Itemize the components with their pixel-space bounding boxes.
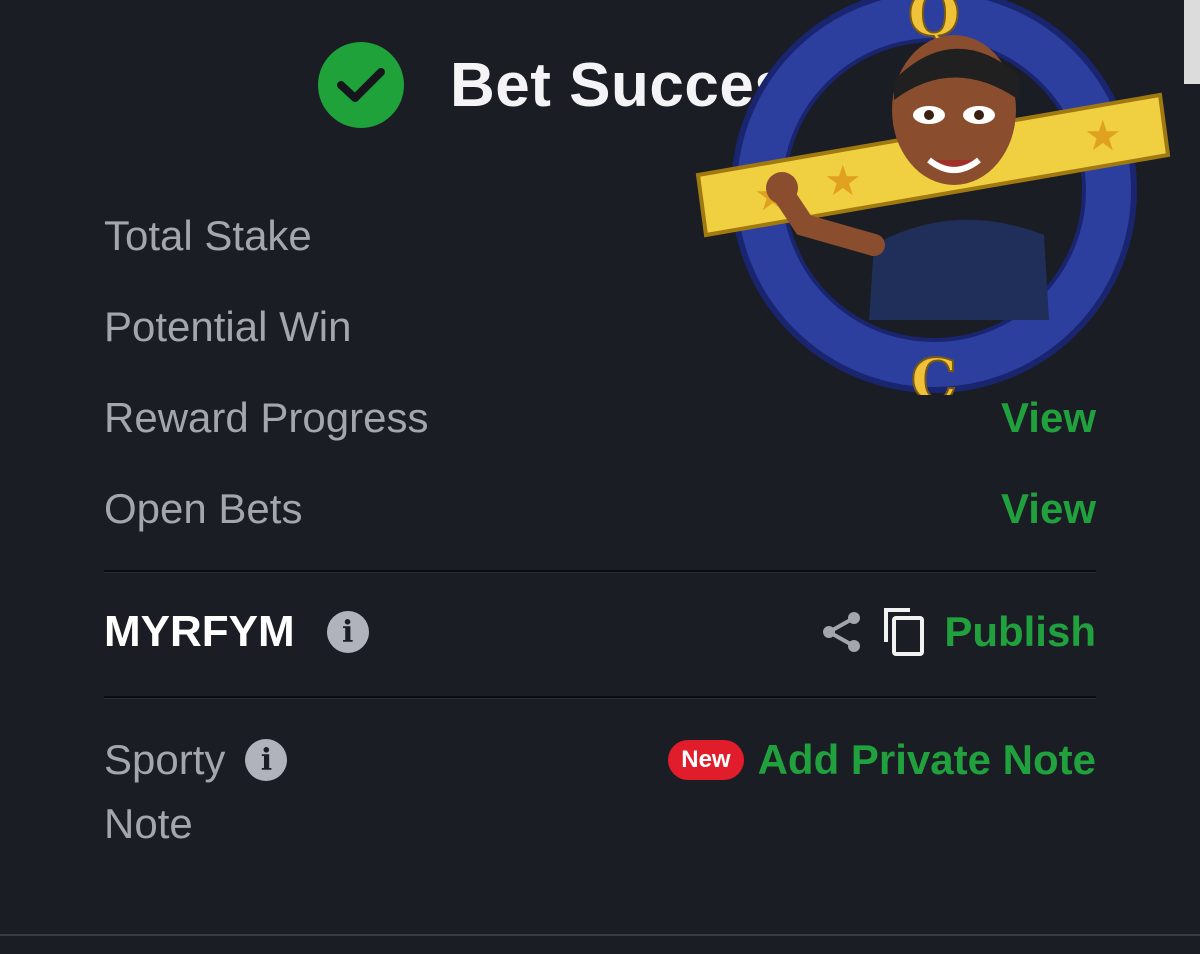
divider — [104, 570, 1096, 572]
open-bets-label: Open Bets — [104, 485, 303, 532]
scrollbar[interactable] — [1184, 0, 1200, 84]
reward-progress-row: Reward Progress View — [104, 388, 1096, 448]
sporty-note-label-line1: Sporty — [104, 736, 226, 783]
open-bets-view-link[interactable]: View — [1001, 485, 1096, 533]
quality-content-sticker: Q ★ ★ ★ C — [695, 0, 1171, 395]
sporty-note-row: Sporty Note i New Add Private Note — [104, 728, 1096, 856]
check-circle-icon — [318, 42, 404, 128]
info-icon[interactable]: i — [245, 739, 288, 781]
sporty-note-label-line2: Note — [104, 800, 193, 847]
total-stake-label: Total Stake — [104, 212, 312, 259]
publish-button[interactable]: Publish — [944, 608, 1096, 656]
booking-code: MYRFYM — [104, 607, 295, 656]
svg-text:★: ★ — [1084, 112, 1122, 159]
reward-progress-view-link[interactable]: View — [1001, 394, 1096, 442]
open-bets-row: Open Bets View — [104, 479, 1096, 539]
potential-win-label: Potential Win — [104, 303, 352, 350]
bottom-divider — [0, 934, 1200, 936]
share-icon[interactable] — [820, 609, 864, 655]
info-icon[interactable]: i — [326, 611, 369, 653]
reward-progress-label: Reward Progress — [104, 394, 429, 441]
copy-icon[interactable] — [882, 606, 926, 658]
svg-text:★: ★ — [824, 157, 862, 204]
divider — [104, 696, 1096, 698]
booking-code-row: MYRFYM i Publish — [104, 600, 1096, 664]
new-badge: New — [668, 740, 744, 780]
add-private-note-button[interactable]: Add Private Note — [758, 736, 1096, 784]
svg-text:C: C — [911, 346, 957, 395]
